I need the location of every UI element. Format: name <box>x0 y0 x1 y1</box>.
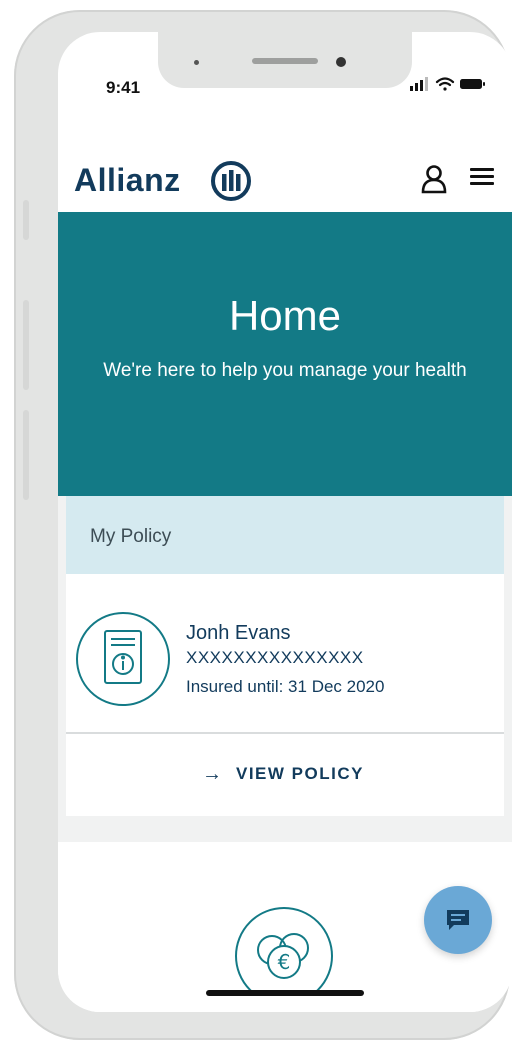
policy-document-icon <box>76 612 170 706</box>
page-title: Home <box>228 292 342 339</box>
svg-text:€: € <box>278 950 291 974</box>
status-time: 9:41 <box>106 78 141 97</box>
policy-holder-name: Jonh Evans <box>186 622 291 644</box>
insured-until: Insured until: 31 Dec 2020 <box>186 677 385 696</box>
signal-icon <box>410 77 428 91</box>
notch <box>158 32 412 88</box>
home-hero: Home We're here to help you manage your … <box>58 212 512 496</box>
home-indicator <box>206 990 364 996</box>
my-policy-label: My Policy <box>90 526 172 547</box>
policy-number: XXXXXXXXXXXXXXX <box>186 648 364 667</box>
wifi-icon <box>435 77 455 91</box>
speaker <box>252 58 318 64</box>
phone-frame: 9:41 Allianz Home We're here to help you… <box>14 10 512 1040</box>
phone-screen: 9:41 Allianz Home We're here to help you… <box>58 32 512 1012</box>
sensor-dot <box>194 60 199 65</box>
allianz-logo-mark-icon[interactable] <box>210 160 252 207</box>
chat-icon <box>447 910 469 930</box>
hero-subtitle: We're here to help you manage your healt… <box>103 360 467 381</box>
menu-icon[interactable] <box>470 167 494 192</box>
volume-up-button <box>23 300 29 390</box>
chat-button[interactable] <box>424 886 492 954</box>
front-camera <box>336 57 346 67</box>
battery-icon <box>460 79 485 89</box>
my-policy-header: My Policy <box>66 496 504 574</box>
volume-down-button <box>23 410 29 500</box>
euro-coins-icon: € <box>232 904 336 1005</box>
app-header: Allianz <box>58 122 512 212</box>
status-icons <box>410 76 490 91</box>
view-policy-label: VIEW POLICY <box>236 764 364 783</box>
view-policy-button[interactable]: → VIEW POLICY <box>66 734 504 816</box>
user-icon[interactable] <box>420 164 448 199</box>
allianz-logo[interactable]: Allianz <box>74 162 181 199</box>
arrow-right-icon: → <box>202 763 222 785</box>
mute-switch <box>23 200 29 240</box>
policy-card[interactable]: Jonh Evans XXXXXXXXXXXXXXX Insured until… <box>66 574 504 732</box>
